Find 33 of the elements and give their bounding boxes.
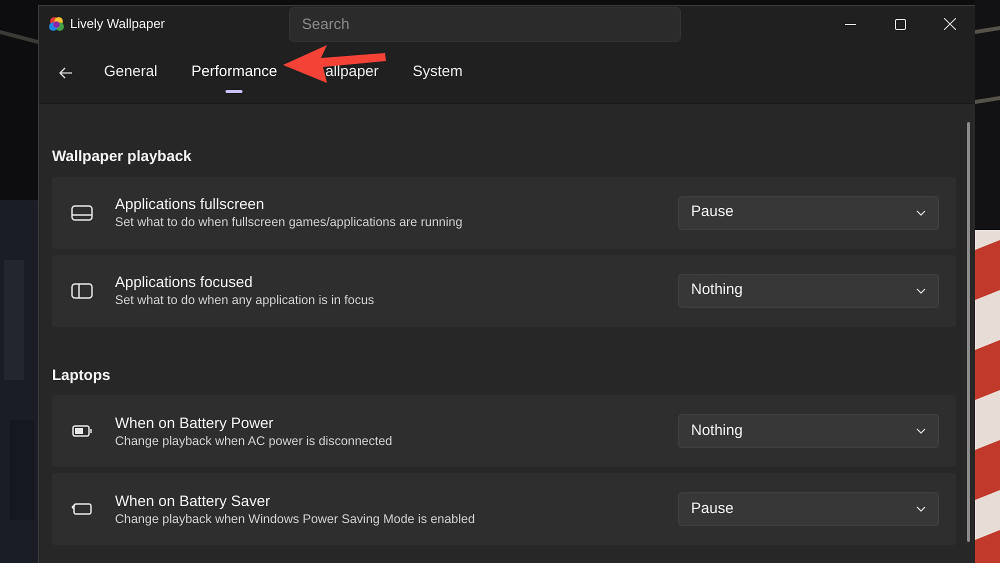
sidebar-panel-icon <box>71 282 93 298</box>
app-logo-icon <box>48 16 65 32</box>
setting-title: When on Battery Power <box>115 414 274 432</box>
maximize-icon <box>894 18 906 30</box>
close-icon <box>944 18 956 30</box>
battery-icon <box>72 425 92 437</box>
search-field[interactable]: Search <box>288 7 681 42</box>
window-icon <box>71 204 93 220</box>
chevron-down-icon <box>916 210 926 216</box>
setting-title: Applications focused <box>115 273 254 292</box>
tab[interactable]: allpaper <box>325 52 379 92</box>
scrollbar[interactable] <box>967 122 970 542</box>
setting-title: Applications fullscreen <box>115 195 266 214</box>
setting-title: When on Battery Saver <box>115 492 272 510</box>
dropdown[interactable]: Nothing <box>678 274 939 308</box>
setting-description: Set what to do when any application is in focus <box>115 292 374 308</box>
tab[interactable]: System <box>412 52 463 92</box>
chevron-down-icon <box>916 288 926 294</box>
back-arrow-icon <box>59 66 73 78</box>
tab[interactable]: General <box>104 52 158 92</box>
setting-description: Change playback when Windows Power Saving Mode is enabled <box>115 510 475 526</box>
setting-description: Change playback when AC power is disconnected <box>115 432 392 448</box>
setting-description: Set what to do when fullscreen games/applications are running <box>115 214 462 230</box>
dropdown[interactable]: Nothing <box>678 414 939 448</box>
dropdown[interactable]: Pause <box>678 492 939 526</box>
tab[interactable]: Performance <box>191 52 278 92</box>
chevron-down-icon <box>916 506 926 512</box>
dropdown[interactable]: Pause <box>678 196 939 230</box>
section-heading: Laptops <box>52 366 112 386</box>
window-title: Lively Wallpaper <box>70 15 165 34</box>
section-heading: Wallpaper playback <box>52 147 192 167</box>
chevron-down-icon <box>916 428 926 434</box>
battery-icon <box>71 503 93 515</box>
